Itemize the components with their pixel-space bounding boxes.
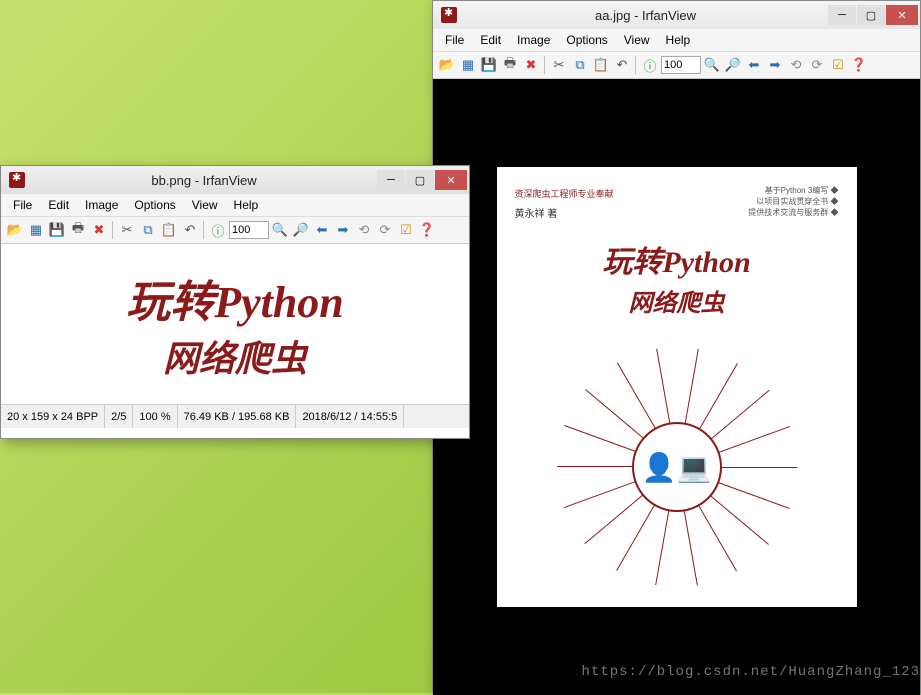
status-zoom: 100 % <box>133 405 177 428</box>
undo-icon[interactable]: ↶ <box>612 55 632 75</box>
zoom-in-icon[interactable]: 🔍 <box>270 220 290 240</box>
menu-image[interactable]: Image <box>77 196 126 214</box>
book-bullets: 基于Python 3编写 ◆ 以项目实战贯穿全书 ◆ 提供技术交流与服务群 ◆ <box>748 185 838 219</box>
slideshow-icon[interactable]: ▦ <box>458 55 478 75</box>
book-title-line1: 玩转Python <box>497 237 857 281</box>
menu-file[interactable]: File <box>437 31 472 49</box>
book-cover-image: 资深爬虫工程师专业奉献 黄永祥 著 基于Python 3编写 ◆ 以项目实战贯穿… <box>497 167 857 607</box>
rotate-left-icon[interactable]: ⟲ <box>786 55 806 75</box>
status-page: 2/5 <box>105 405 133 428</box>
menu-view[interactable]: View <box>616 31 658 49</box>
toolbar: 📂 ▦ 💾 🖶 ✖ ✂ ⧉ 📋 ↶ ⓘ 🔍 🔎 ⬅ ➡ ⟲ ⟳ ☑ ❓ <box>433 52 920 79</box>
maximize-button[interactable]: ▢ <box>857 5 885 25</box>
print-icon[interactable]: 🖶 <box>68 220 88 240</box>
zoom-in-icon[interactable]: 🔍 <box>702 55 722 75</box>
app-icon <box>9 172 25 188</box>
open-icon[interactable]: 📂 <box>437 55 457 75</box>
image-viewport[interactable]: 玩转Python 网络爬虫 <box>1 244 469 404</box>
info-icon[interactable]: ⓘ <box>208 220 228 240</box>
cut-icon[interactable]: ✂ <box>549 55 569 75</box>
menu-help[interactable]: Help <box>226 196 267 214</box>
menu-options[interactable]: Options <box>558 31 615 49</box>
close-button[interactable]: ✕ <box>435 170 467 190</box>
paste-icon[interactable]: 📋 <box>159 220 179 240</box>
statusbar: 20 x 159 x 24 BPP 2/5 100 % 76.49 KB / 1… <box>1 404 469 428</box>
zoom-out-icon[interactable]: 🔎 <box>723 55 743 75</box>
slideshow-icon[interactable]: ▦ <box>26 220 46 240</box>
menu-view[interactable]: View <box>184 196 226 214</box>
settings-icon[interactable]: ☑ <box>396 220 416 240</box>
rotate-left-icon[interactable]: ⟲ <box>354 220 374 240</box>
minimize-button[interactable]: ─ <box>377 170 405 190</box>
window-buttons: ─ ▢ ✕ <box>377 170 467 190</box>
close-button[interactable]: ✕ <box>886 5 918 25</box>
book-title: 玩转Python 网络爬虫 <box>497 237 857 318</box>
delete-icon[interactable]: ✖ <box>521 55 541 75</box>
rotate-right-icon[interactable]: ⟳ <box>807 55 827 75</box>
toolbar-separator <box>203 221 205 239</box>
zoom-input[interactable] <box>229 221 269 239</box>
status-filesize: 76.49 KB / 195.68 KB <box>178 405 297 428</box>
toolbar-separator <box>544 56 546 74</box>
maximize-button[interactable]: ▢ <box>406 170 434 190</box>
menu-file[interactable]: File <box>5 196 40 214</box>
book-subtitle: 资深爬虫工程师专业奉献 <box>515 187 614 200</box>
menubar: File Edit Image Options View Help <box>433 29 920 52</box>
status-dimensions: 20 x 159 x 24 BPP <box>1 405 105 428</box>
zoom-out-icon[interactable]: 🔎 <box>291 220 311 240</box>
open-icon[interactable]: 📂 <box>5 220 25 240</box>
book-illustration: 👤💻 <box>547 367 807 567</box>
cut-icon[interactable]: ✂ <box>117 220 137 240</box>
book-bullet: 提供技术交流与服务群 ◆ <box>748 207 838 218</box>
save-icon[interactable]: 💾 <box>47 220 67 240</box>
window-title: bb.png - IrfanView <box>31 173 377 188</box>
toolbar-separator <box>112 221 114 239</box>
prev-icon[interactable]: ⬅ <box>312 220 332 240</box>
menu-edit[interactable]: Edit <box>40 196 77 214</box>
book-author: 黄永祥 著 <box>515 205 558 220</box>
book-bullet: 基于Python 3编写 ◆ <box>748 185 838 196</box>
settings-icon[interactable]: ☑ <box>828 55 848 75</box>
menu-help[interactable]: Help <box>658 31 699 49</box>
copy-icon[interactable]: ⧉ <box>138 220 158 240</box>
help-icon[interactable]: ❓ <box>849 55 869 75</box>
copy-icon[interactable]: ⧉ <box>570 55 590 75</box>
window-buttons: ─ ▢ ✕ <box>828 5 918 25</box>
irfanview-window-bb: bb.png - IrfanView ─ ▢ ✕ File Edit Image… <box>0 165 470 439</box>
info-icon[interactable]: ⓘ <box>640 55 660 75</box>
image-viewport[interactable]: 资深爬虫工程师专业奉献 黄永祥 著 基于Python 3编写 ◆ 以项目实战贯穿… <box>433 79 920 695</box>
minimize-button[interactable]: ─ <box>828 5 856 25</box>
save-icon[interactable]: 💾 <box>479 55 499 75</box>
menubar: File Edit Image Options View Help <box>1 194 469 217</box>
toolbar: 📂 ▦ 💾 🖶 ✖ ✂ ⧉ 📋 ↶ ⓘ 🔍 🔎 ⬅ ➡ ⟲ ⟳ ☑ ❓ <box>1 217 469 244</box>
logo-line2: 网络爬虫 <box>163 330 307 382</box>
book-bullet: 以项目实战贯穿全书 ◆ <box>748 196 838 207</box>
next-icon[interactable]: ➡ <box>333 220 353 240</box>
menu-edit[interactable]: Edit <box>472 31 509 49</box>
watermark-text: https://blog.csdn.net/HuangZhang_123 <box>582 664 920 680</box>
book-title-line2: 网络爬虫 <box>497 283 857 318</box>
app-icon <box>441 7 457 23</box>
titlebar[interactable]: bb.png - IrfanView ─ ▢ ✕ <box>1 166 469 194</box>
menu-image[interactable]: Image <box>509 31 558 49</box>
irfanview-window-aa: aa.jpg - IrfanView ─ ▢ ✕ File Edit Image… <box>432 0 921 693</box>
zoom-input[interactable] <box>661 56 701 74</box>
print-icon[interactable]: 🖶 <box>500 55 520 75</box>
help-icon[interactable]: ❓ <box>417 220 437 240</box>
logo-line1: 玩转Python <box>126 266 344 330</box>
window-title: aa.jpg - IrfanView <box>463 8 828 23</box>
undo-icon[interactable]: ↶ <box>180 220 200 240</box>
status-date: 2018/6/12 / 14:55:5 <box>296 405 404 428</box>
cropped-logo-image: 玩转Python 网络爬虫 <box>20 247 450 402</box>
prev-icon[interactable]: ⬅ <box>744 55 764 75</box>
rotate-right-icon[interactable]: ⟳ <box>375 220 395 240</box>
menu-options[interactable]: Options <box>126 196 183 214</box>
delete-icon[interactable]: ✖ <box>89 220 109 240</box>
titlebar[interactable]: aa.jpg - IrfanView ─ ▢ ✕ <box>433 1 920 29</box>
paste-icon[interactable]: 📋 <box>591 55 611 75</box>
toolbar-separator <box>635 56 637 74</box>
next-icon[interactable]: ➡ <box>765 55 785 75</box>
